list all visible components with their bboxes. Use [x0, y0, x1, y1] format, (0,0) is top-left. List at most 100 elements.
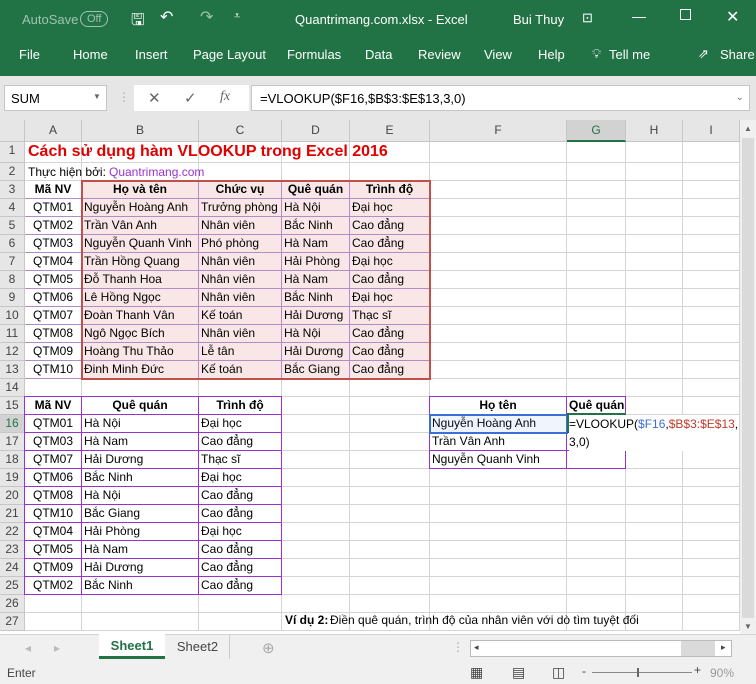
tab-help[interactable]: Help: [538, 47, 565, 62]
cell-G9[interactable]: [567, 289, 626, 307]
cell-G8[interactable]: [567, 271, 626, 289]
formula-input[interactable]: =VLOOKUP($F16,$B$3:$E$13,3,0) ⌄: [251, 85, 750, 111]
cell-C17[interactable]: Cao đẳng: [199, 433, 282, 451]
column-header-B[interactable]: B: [82, 120, 199, 142]
cell-I7[interactable]: [683, 253, 740, 271]
cell-I23[interactable]: [683, 541, 740, 559]
cell-A10[interactable]: QTM07: [25, 307, 82, 325]
cell-D17[interactable]: [282, 433, 350, 451]
cell-G24[interactable]: [567, 559, 626, 577]
cell-H2[interactable]: [626, 163, 683, 181]
cell-B15[interactable]: Quê quán: [82, 397, 199, 415]
cell-I25[interactable]: [683, 577, 740, 595]
cell-E24[interactable]: [350, 559, 430, 577]
tab-review[interactable]: Review: [418, 47, 461, 62]
cell-A11[interactable]: QTM08: [25, 325, 82, 343]
row-header-14[interactable]: 14: [0, 379, 25, 397]
tab-page-layout[interactable]: Page Layout: [193, 47, 266, 62]
row-header-10[interactable]: 10: [0, 307, 25, 325]
worksheet-grid[interactable]: A B C D E F G H I 1 2 3 Mã NV Họ và tên Chức vụ Quê quá…: [0, 120, 740, 634]
cell-I14[interactable]: [683, 379, 740, 397]
cell-F4[interactable]: [430, 199, 567, 217]
cell-H21[interactable]: [626, 505, 683, 523]
cell-I1[interactable]: [683, 142, 740, 163]
zoom-level[interactable]: 90%: [710, 666, 734, 680]
row-header-3[interactable]: 3: [0, 181, 25, 199]
cell-H10[interactable]: [626, 307, 683, 325]
page-break-view-icon[interactable]: ◫: [552, 664, 565, 681]
row-header-4[interactable]: 4: [0, 199, 25, 217]
column-header-D[interactable]: D: [282, 120, 350, 142]
cell-D23[interactable]: [282, 541, 350, 559]
cell-G22[interactable]: [567, 523, 626, 541]
undo-icon[interactable]: ↶: [160, 7, 173, 27]
cell-E21[interactable]: [350, 505, 430, 523]
row-header-19[interactable]: 19: [0, 469, 25, 487]
cell-B14[interactable]: [82, 379, 199, 397]
cell-G5[interactable]: [567, 217, 626, 235]
cell-H20[interactable]: [626, 487, 683, 505]
cell-D24[interactable]: [282, 559, 350, 577]
customize-qat-icon[interactable]: ⩡: [234, 10, 240, 23]
row-header-5[interactable]: 5: [0, 217, 25, 235]
cell-I6[interactable]: [683, 235, 740, 253]
page-layout-view-icon[interactable]: ▤: [512, 664, 525, 681]
cell-A9[interactable]: QTM06: [25, 289, 82, 307]
cell-D2[interactable]: [282, 163, 350, 181]
cell-G4[interactable]: [567, 199, 626, 217]
cell-I22[interactable]: [683, 523, 740, 541]
cell-G1[interactable]: [567, 142, 626, 163]
cell-C23[interactable]: Cao đẳng: [199, 541, 282, 559]
cell-A5[interactable]: QTM02: [25, 217, 82, 235]
cell-I4[interactable]: [683, 199, 740, 217]
tab-splitter[interactable]: ⋮: [452, 640, 464, 654]
scroll-down-icon[interactable]: ▼: [744, 622, 752, 631]
row-header-23[interactable]: 23: [0, 541, 25, 559]
cell-H7[interactable]: [626, 253, 683, 271]
cell-B21[interactable]: Bắc Giang: [82, 505, 199, 523]
cell-F22[interactable]: [430, 523, 567, 541]
zoom-in-icon[interactable]: +: [694, 663, 701, 677]
cell-I2[interactable]: [683, 163, 740, 181]
cell-G14[interactable]: [567, 379, 626, 397]
cancel-icon[interactable]: ✕: [148, 89, 161, 107]
cell-I10[interactable]: [683, 307, 740, 325]
cell-A15[interactable]: Mã NV: [25, 397, 82, 415]
cell-F21[interactable]: [430, 505, 567, 523]
save-icon[interactable]: 🖫: [131, 9, 145, 36]
cell-F17[interactable]: Trần Vân Anh: [430, 433, 567, 451]
cell-B17[interactable]: Hà Nam: [82, 433, 199, 451]
cell-D18[interactable]: [282, 451, 350, 469]
cell-B26[interactable]: [82, 595, 199, 613]
cell-I21[interactable]: [683, 505, 740, 523]
row-header-2[interactable]: 2: [0, 163, 25, 181]
cell-G25[interactable]: [567, 577, 626, 595]
ribbon-display-icon[interactable]: ⊡: [582, 10, 593, 26]
cell-H19[interactable]: [626, 469, 683, 487]
cell-B20[interactable]: Hà Nội: [82, 487, 199, 505]
sheet-tab-sheet2[interactable]: Sheet2: [166, 635, 230, 659]
cell-H25[interactable]: [626, 577, 683, 595]
cell-H9[interactable]: [626, 289, 683, 307]
cell-B16[interactable]: Hà Nội: [82, 415, 199, 433]
select-all-corner[interactable]: [0, 120, 25, 142]
next-sheet-icon[interactable]: ▸: [54, 641, 60, 655]
scroll-up-icon[interactable]: ▲: [744, 124, 752, 133]
cell-A4[interactable]: QTM01: [25, 199, 82, 217]
zoom-out-icon[interactable]: -: [582, 664, 586, 678]
cell-H18[interactable]: [626, 451, 683, 469]
row-header-13[interactable]: 13: [0, 361, 25, 379]
column-header-H[interactable]: H: [626, 120, 683, 142]
cell-D20[interactable]: [282, 487, 350, 505]
cell-D25[interactable]: [282, 577, 350, 595]
column-header-G[interactable]: G: [567, 120, 626, 142]
cell-H24[interactable]: [626, 559, 683, 577]
tab-home[interactable]: Home: [73, 47, 108, 62]
cell-A19[interactable]: QTM06: [25, 469, 82, 487]
cell-A22[interactable]: QTM04: [25, 523, 82, 541]
row-header-8[interactable]: 8: [0, 271, 25, 289]
row-header-12[interactable]: 12: [0, 343, 25, 361]
cell-D22[interactable]: [282, 523, 350, 541]
row-header-25[interactable]: 25: [0, 577, 25, 595]
cell-H11[interactable]: [626, 325, 683, 343]
